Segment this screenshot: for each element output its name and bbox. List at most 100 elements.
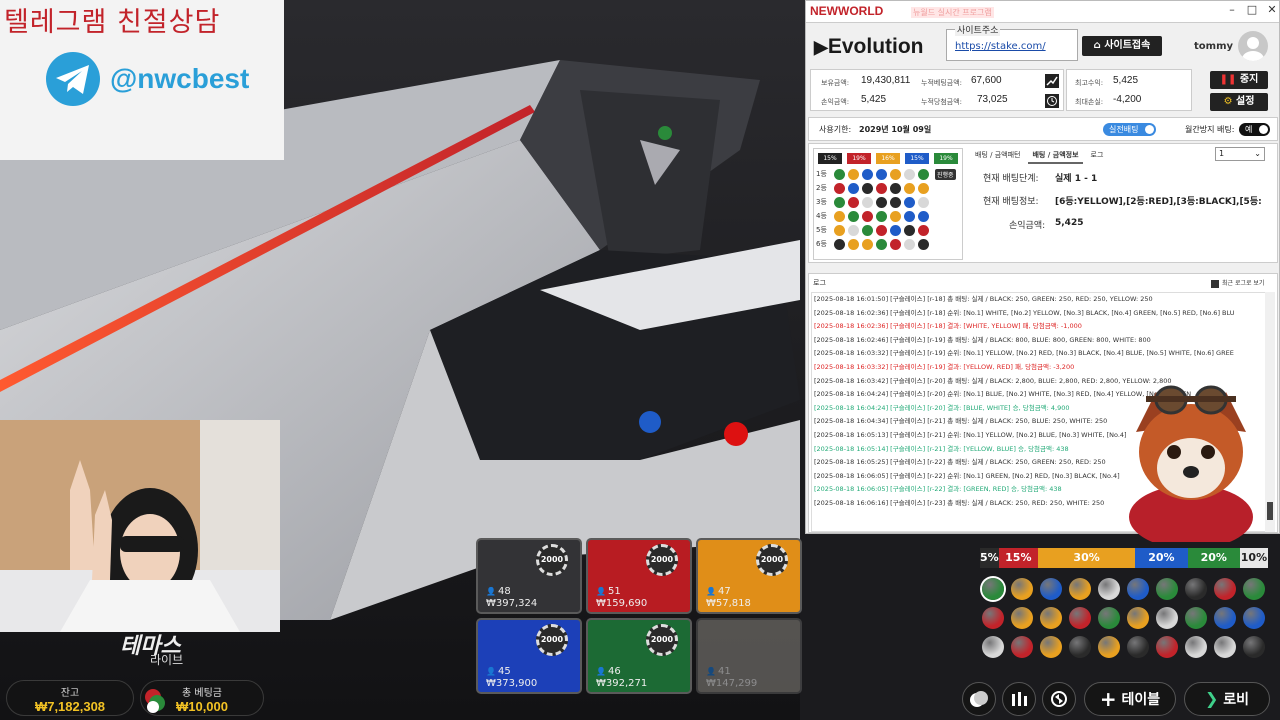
player-count: 👤 45 (486, 666, 511, 677)
mini-ball (876, 183, 887, 194)
bet-amount: ₩392,271 (596, 678, 648, 689)
mini-ball (904, 239, 915, 250)
player-count: 👤 47 (706, 586, 731, 597)
mini-ball (848, 197, 859, 208)
person-icon: 👤 (486, 667, 496, 676)
tab-2[interactable]: 로그 (1087, 148, 1108, 162)
app-logo: NEWWORLD (810, 4, 884, 18)
bet-tile-green[interactable]: 2000 👤 46 ₩392,271 (586, 618, 692, 694)
tab-1[interactable]: 배팅 / 금액정보 (1028, 148, 1083, 164)
ball-red (1011, 636, 1033, 658)
pnl-value: 5,425 (861, 94, 887, 105)
minimize-icon[interactable]: – (1222, 3, 1242, 16)
bet-tile-red[interactable]: 2000 👤 51 ₩159,690 (586, 538, 692, 614)
mini-percent: 16% (876, 153, 900, 164)
percentage-segment: 30% (1037, 548, 1136, 568)
mini-ball (876, 225, 887, 236)
mini-ball (890, 225, 901, 236)
log-scrollbar[interactable] (1265, 292, 1275, 532)
bet-tile-blue[interactable]: 2000 👤 45 ₩373,900 (476, 618, 582, 694)
telegram-promo-banner: 텔레그램 친절상담 @nwcbest (0, 0, 284, 160)
mini-ball (904, 211, 915, 222)
balance-display: 잔고 ₩7,182,308 (6, 680, 134, 716)
win-total-value: 73,025 (977, 94, 1008, 105)
maximize-icon[interactable]: □ (1242, 3, 1262, 16)
bet-amount: ₩397,324 (486, 598, 538, 609)
avatar[interactable] (1238, 31, 1268, 61)
ball-red (1069, 607, 1091, 629)
person-icon: 👤 (486, 587, 496, 596)
period-value: 2029년 10월 09일 (859, 125, 932, 134)
add-table-label: 테이블 (1121, 692, 1161, 708)
webcam-feed (0, 420, 280, 632)
live-bet-toggle[interactable]: 실전배팅 (1103, 123, 1157, 136)
stop-button[interactable]: ❚❚ 중지 (1210, 71, 1268, 89)
promo-title: 텔레그램 친절상담 (4, 7, 221, 38)
mini-ball (918, 211, 929, 222)
mini-ball (862, 239, 873, 250)
percentage-segment: 10% (1239, 548, 1268, 568)
total-bet-display: 총 베팅금 ₩10,000 (140, 680, 264, 716)
status-row: 사용기한: 2029년 10월 09일 실전배팅 월간방지 배팅: 예 (808, 117, 1278, 141)
ball-yellow (1040, 607, 1062, 629)
ball-green (1185, 607, 1207, 629)
clock-icon[interactable] (1045, 94, 1059, 108)
chip-select-button[interactable] (962, 682, 996, 716)
mini-percent: 19% (847, 153, 871, 164)
mini-ball (848, 211, 859, 222)
recent-log-checkbox[interactable]: 최근 로그로 보기 (1211, 278, 1264, 288)
mini-ball (904, 197, 915, 208)
mini-ball (848, 183, 859, 194)
mini-result-grid: 15% 19% 16% 15% 19% 1등 2등 3등 4등 5등 6등 진행중 (813, 148, 963, 260)
game-logo-sub: 라이브 (150, 653, 184, 667)
martingale-toggle[interactable]: 예 (1239, 123, 1271, 136)
round-select[interactable]: 1 ⌄ (1215, 147, 1265, 161)
red-panda-mascot-image (1129, 385, 1253, 542)
color-percentage-bar: 5% 15% 30% 20% 20% 10% (980, 548, 1268, 568)
scroll-thumb[interactable] (1267, 502, 1273, 520)
ball-white (982, 636, 1004, 658)
mini-ball (876, 169, 887, 180)
bet-tile-white[interactable]: 👤 41 ₩147,299 (696, 618, 802, 694)
person-icon: 👤 (706, 587, 716, 596)
mini-ball (918, 183, 929, 194)
chip-icon: 2000 (536, 624, 568, 656)
chip-icon: 2000 (536, 544, 568, 576)
ball-red (982, 607, 1004, 629)
percentage-segment: 5% (980, 548, 999, 568)
user-name: tommy (1194, 41, 1234, 52)
statistics-button[interactable] (1002, 682, 1036, 716)
telegram-handle[interactable]: @nwcbest (110, 63, 249, 95)
player-count: 👤 41 (706, 666, 731, 677)
bet-tile-black[interactable]: 2000 👤 48 ₩397,324 (476, 538, 582, 614)
ball-blue (1040, 578, 1062, 600)
person-icon: 👤 (596, 587, 606, 596)
chart-icon[interactable] (1045, 74, 1059, 88)
balance-label: 잔고 (60, 688, 80, 699)
ball-green (982, 578, 1004, 600)
lobby-button[interactable]: ❯ 로비 (1184, 682, 1270, 716)
player-count: 👤 48 (486, 586, 511, 597)
period-label: 사용기한: (819, 125, 852, 134)
player-count: 👤 51 (596, 586, 621, 597)
log-line: [2025-08-18 16:03:32] [구슬레이스] [r-19] 순위:… (814, 349, 1234, 358)
mini-ball (876, 211, 887, 222)
swap-icon (1051, 691, 1067, 707)
person-icon: 👤 (706, 667, 716, 676)
ball-white (1185, 636, 1207, 658)
settings-button[interactable]: ⚙ 설정 (1210, 93, 1268, 111)
tab-0[interactable]: 배팅 / 금액패턴 (971, 148, 1024, 162)
mini-ball (890, 169, 901, 180)
ball-yellow (1040, 636, 1062, 658)
mini-ball (834, 183, 845, 194)
bet-tile-yellow[interactable]: 2000 👤 47 ₩57,818 (696, 538, 802, 614)
add-table-button[interactable]: + 테이블 (1084, 682, 1176, 716)
switch-view-button[interactable] (1042, 682, 1076, 716)
telegram-icon[interactable] (44, 52, 102, 106)
mini-ball (834, 239, 845, 250)
mini-ball (862, 169, 873, 180)
max-profit-value: 5,425 (1113, 75, 1139, 86)
site-connect-button[interactable]: ⌂ 사이트접속 (1082, 36, 1162, 56)
site-url-link[interactable]: https://stake.com/ (955, 41, 1046, 52)
close-icon[interactable]: ✕ (1262, 3, 1280, 16)
